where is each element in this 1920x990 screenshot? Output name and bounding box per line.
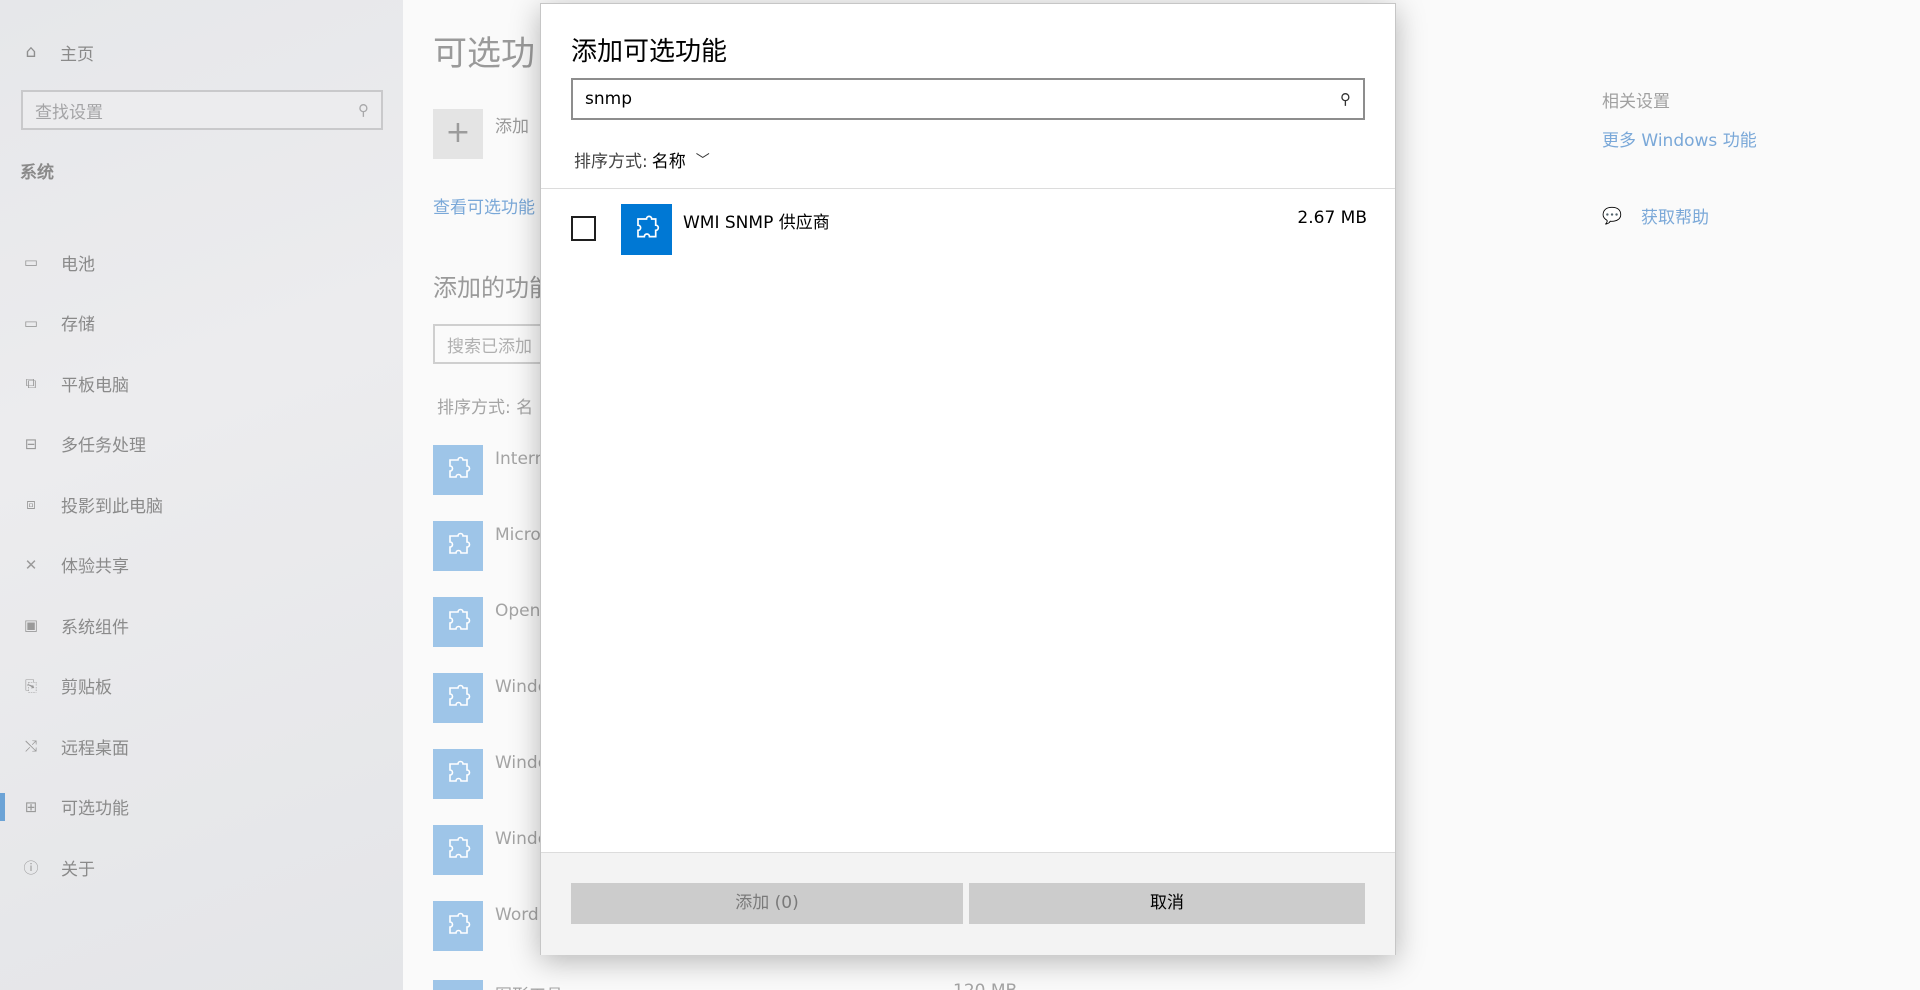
puzzle-icon [433,673,483,723]
sidebar-item-tablet[interactable]: ⧉ 平板电脑 [0,353,403,414]
puzzle-icon [433,597,483,647]
sort-dropdown[interactable]: 排序方式: 名称 ﹀ [574,147,710,172]
installed-features-heading: 添加的功能 [433,274,553,302]
sidebar-item-about[interactable]: ⓘ 关于 [0,837,403,898]
feature-name: Word [495,905,539,925]
feature-name: Open [495,601,541,621]
share-icon: ✕ [24,555,38,574]
sidebar-item-label: 系统组件 [61,617,129,638]
settings-search-input[interactable]: 查找设置 ⚲ [21,90,383,130]
puzzle-icon [433,980,483,990]
sidebar-item-components[interactable]: ▣ 系统组件 [0,595,403,656]
add-optional-feature-dialog: 添加可选功能 snmp ⚲ 排序方式: 名称 ﹀ WMI SNMP 供应商 2.… [540,3,1396,955]
feature-name: WMI SNMP 供应商 [683,213,830,233]
puzzle-icon [621,204,672,255]
sidebar-item-label: 可选功能 [61,799,129,820]
sidebar-home[interactable]: ⌂ 主页 [20,38,94,66]
sidebar-item-label: 体验共享 [61,557,129,578]
view-history-link[interactable]: 查看可选功能 [433,193,535,218]
tablet-icon: ⧉ [25,374,37,393]
optional-features-icon: ⊞ [24,797,38,816]
feature-search-value: snmp [585,89,632,109]
info-icon: ⓘ [23,858,39,877]
sidebar-nav: ▭ 电池 ▭ 存储 ⧉ 平板电脑 ⊟ 多任务处理 ⧈ 投影到此电脑 ✕ 体验共享… [0,232,403,898]
feature-checkbox[interactable] [571,216,596,241]
sort-value: 名称 [651,152,686,172]
chevron-down-icon: ﹀ [695,152,710,169]
sidebar-item-clipboard[interactable]: ⎘ 剪贴板 [0,656,403,717]
installed-search-placeholder: 搜索已添加 [447,336,532,357]
puzzle-icon [433,749,483,799]
puzzle-icon [433,445,483,495]
add-feature-button[interactable]: + [433,109,483,159]
sidebar-item-label: 关于 [61,859,95,880]
installed-sort[interactable]: 排序方式: 名 [437,393,533,418]
sidebar-item-label: 电池 [61,254,95,275]
divider [541,188,1395,189]
project-icon: ⧈ [26,495,36,514]
sidebar-item-share[interactable]: ✕ 体验共享 [0,535,403,596]
sidebar-item-label: 剪贴板 [61,678,112,699]
more-windows-features-link[interactable]: 更多 Windows 功能 [1602,126,1757,151]
puzzle-icon [433,825,483,875]
cancel-button[interactable]: 取消 [969,883,1365,924]
home-icon: ⌂ [25,42,37,62]
sidebar-item-remote-desktop[interactable]: ⤭ 远程桌面 [0,716,403,777]
sidebar-item-label: 存储 [61,315,95,336]
help-chat-icon: 💬 [1602,206,1622,225]
puzzle-icon [433,521,483,571]
settings-search-placeholder: 查找设置 [35,102,103,123]
feature-size: 2.67 MB [1297,208,1367,228]
multitasking-icon: ⊟ [24,434,38,453]
plus-icon: + [445,115,471,150]
feature-name: Micro [495,525,541,545]
add-feature-label[interactable]: 添加 [495,112,529,137]
feature-size: 120 MB [953,981,1017,990]
sidebar-section-title: 系统 [20,163,54,183]
sidebar-item-label: 投影到此电脑 [61,496,163,517]
related-settings-title: 相关设置 [1602,92,1670,112]
dialog-title: 添加可选功能 [571,37,728,67]
feature-search-input[interactable]: snmp ⚲ [571,78,1365,120]
feature-name: 图形工具 [495,981,563,990]
storage-icon: ▭ [23,313,39,332]
puzzle-icon [433,901,483,951]
related-settings: 相关设置 更多 Windows 功能 [1602,87,1757,151]
get-help-link[interactable]: 💬 获取帮助 [1602,203,1709,228]
sidebar-item-multitasking[interactable]: ⊟ 多任务处理 [0,414,403,475]
sidebar-item-label: 远程桌面 [61,738,129,759]
sidebar-item-project[interactable]: ⧈ 投影到此电脑 [0,474,403,535]
sidebar-item-label: 平板电脑 [61,375,129,396]
sort-label: 排序方式: [574,152,648,172]
sidebar-item-battery[interactable]: ▭ 电池 [0,232,403,293]
dialog-footer: 添加 (0) 取消 [541,852,1395,955]
sidebar-item-label: 多任务处理 [61,436,146,457]
sidebar-item-optional-features[interactable]: ⊞ 可选功能 [0,777,403,838]
feature-name: Intern [495,449,546,469]
get-help-label: 获取帮助 [1641,208,1709,228]
sidebar-home-label: 主页 [60,44,94,65]
remote-desktop-icon: ⤭ [24,737,37,756]
sidebar-item-storage[interactable]: ▭ 存储 [0,293,403,354]
settings-sidebar: ⌂ 主页 查找设置 ⚲ 系统 ▭ 电池 ▭ 存储 ⧉ 平板电脑 ⊟ 多任务处理 … [0,0,403,990]
search-icon: ⚲ [1340,90,1351,108]
search-icon: ⚲ [358,101,369,119]
feature-result-row[interactable]: WMI SNMP 供应商 2.67 MB [571,202,1367,256]
add-button[interactable]: 添加 (0) [571,883,963,924]
clipboard-icon: ⎘ [24,676,37,695]
components-icon: ▣ [23,616,39,635]
battery-icon: ▭ [23,253,39,272]
page-title: 可选功 [433,34,535,74]
